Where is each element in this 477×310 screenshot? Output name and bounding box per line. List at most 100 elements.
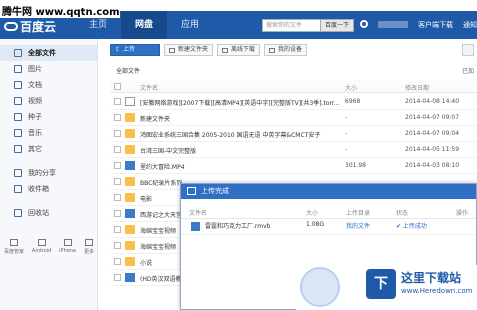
upload-button[interactable]: ⇪ 上传 <box>110 44 160 56</box>
sidebar-item-videos[interactable]: 视频 <box>0 93 97 109</box>
row-checkbox[interactable] <box>114 258 121 265</box>
folder-plus-icon <box>169 47 175 53</box>
video-file-icon <box>125 209 135 218</box>
file-date: 2014-04-08 14:40 <box>405 98 460 105</box>
sidebar-item-images[interactable]: 图片 <box>0 61 97 77</box>
sidebar-item-trash[interactable]: 回收站 <box>0 205 97 221</box>
folder-icon <box>125 241 135 250</box>
sidebar-item-label: 文档 <box>28 81 42 89</box>
col-date[interactable]: 修改日期 <box>405 83 429 92</box>
table-row[interactable]: 台湾三国-中文完整版 - 2014-04-05 11:59 <box>110 142 477 158</box>
video-file-icon <box>125 161 135 170</box>
device-label: Android <box>31 248 52 254</box>
device-more[interactable]: 更多 <box>84 239 94 255</box>
col-size[interactable]: 大小 <box>345 83 357 92</box>
file-date: 2014-04-07 09:04 <box>405 130 460 137</box>
iphone-icon <box>63 239 72 246</box>
view-toggle-button[interactable] <box>462 44 474 56</box>
col-name[interactable]: 文件名 <box>140 83 158 92</box>
row-checkbox[interactable] <box>114 242 121 249</box>
file-size: 6968 <box>345 98 361 105</box>
watermark-bottom-right: 下 这里下载站 www.Heredown.com <box>296 265 477 310</box>
folder-icon <box>14 49 22 57</box>
row-checkbox[interactable] <box>114 226 121 233</box>
image-icon <box>14 65 22 73</box>
client-download-link[interactable]: 客户端下载 <box>418 20 453 30</box>
my-devices-button[interactable]: 我的设备 <box>264 44 308 56</box>
loaded-count: 已加 <box>462 68 475 75</box>
notifications-link[interactable]: 通知 <box>463 20 477 30</box>
folder-icon <box>125 113 135 122</box>
file-name[interactable]: [安徽网络游戏][2007下载][高清MP4][英语中字][完整版TV][共3季… <box>140 98 340 107</box>
device-label: 百度管家 <box>4 249 25 255</box>
brand-logo[interactable]: 百度云 <box>4 18 56 35</box>
row-checkbox[interactable] <box>114 146 121 153</box>
share-icon <box>14 169 22 177</box>
offline-label: 离线下载 <box>231 46 256 53</box>
file-name[interactable]: 里约大冒险.MP4 <box>140 162 340 171</box>
sidebar-item-label: 图片 <box>28 65 42 73</box>
table-row[interactable]: 鸿图宏业系统三国合集 2005-2010 国语无语 中英字幕&CMCT安子 - 20… <box>110 126 477 142</box>
upload-path-link[interactable]: 我的文件 <box>346 221 370 230</box>
nav-apps[interactable]: 应用 <box>167 11 213 39</box>
sidebar-item-other[interactable]: 其它 <box>0 141 97 157</box>
select-all-checkbox[interactable] <box>114 83 121 90</box>
sidebar-item-music[interactable]: 音乐 <box>0 125 97 141</box>
row-checkbox[interactable] <box>114 210 121 217</box>
file-date: 2014-04-03 08:10 <box>405 162 460 169</box>
device-label: iPhone <box>59 248 77 254</box>
file-name[interactable]: 台湾三国-中文完整版 <box>140 146 340 155</box>
table-row[interactable]: 新建文件夹 - 2014-04-07 09:07 <box>110 110 477 126</box>
offline-download-button[interactable]: 离线下载 <box>217 44 261 56</box>
sidebar: 全部文件 图片 文档 视频 种子 音乐 其它 我的分享 收件箱 回收站 百度管家… <box>0 39 98 310</box>
sidebar-item-inbox[interactable]: 收件箱 <box>0 181 97 197</box>
file-size: 301.98 <box>345 162 366 169</box>
row-checkbox[interactable] <box>114 130 121 137</box>
folder-icon <box>125 225 135 234</box>
row-checkbox[interactable] <box>114 274 121 281</box>
file-name[interactable]: 新建文件夹 <box>140 114 340 123</box>
device-android[interactable]: Android <box>32 239 51 255</box>
upload-file-size: 1.08G <box>306 221 325 228</box>
sidebar-item-torrents[interactable]: 种子 <box>0 109 97 125</box>
sidebar-item-label: 收件箱 <box>28 185 49 193</box>
username[interactable] <box>378 21 408 28</box>
sidebar-item-docs[interactable]: 文档 <box>0 77 97 93</box>
trash-icon <box>14 209 22 217</box>
row-checkbox[interactable] <box>114 162 121 169</box>
gear-icon[interactable] <box>360 20 368 28</box>
sidebar-item-label: 我的分享 <box>28 169 56 177</box>
folder-icon <box>125 257 135 266</box>
upload-icon <box>187 187 196 195</box>
row-checkbox[interactable] <box>114 114 121 121</box>
sidebar-item-label: 种子 <box>28 113 42 121</box>
sidebar-item-all[interactable]: 全部文件 <box>0 45 97 61</box>
device-manager[interactable]: 百度管家 <box>4 239 24 255</box>
device-label: 更多 <box>83 249 94 255</box>
folder-icon <box>125 177 135 186</box>
my-devices-label: 我的设备 <box>278 46 303 53</box>
row-checkbox[interactable] <box>114 194 121 201</box>
breadcrumb[interactable]: 全部文件 <box>116 66 140 75</box>
video-file-icon <box>125 273 135 282</box>
new-folder-button[interactable]: 新建文件夹 <box>164 44 214 56</box>
sidebar-item-label: 全部文件 <box>28 49 56 57</box>
nav-netdisk[interactable]: 网盘 <box>121 11 168 39</box>
dlg-col-path: 上传目录 <box>346 210 371 217</box>
row-checkbox[interactable] <box>114 178 121 185</box>
file-date: 2014-04-05 11:59 <box>405 146 460 153</box>
download-icon <box>222 47 229 53</box>
table-row[interactable]: 里约大冒险.MP4 301.98 2014-04-03 08:10 <box>110 158 477 174</box>
search-button[interactable]: 百度一下 <box>320 19 354 32</box>
file-table-header: 文件名 大小 修改日期 <box>110 80 477 93</box>
row-checkbox[interactable] <box>114 98 121 105</box>
device-iphone[interactable]: iPhone <box>59 239 76 255</box>
sidebar-item-share[interactable]: 我的分享 <box>0 165 97 181</box>
sidebar-item-label: 回收站 <box>28 209 49 217</box>
dlg-col-action: 操作 <box>456 210 469 217</box>
monitor-icon <box>10 239 18 246</box>
file-name[interactable]: 鸿图宏业系统三国合集 2005-2010 国语无语 中英字幕&CMCT安子 <box>140 130 340 139</box>
file-icon <box>125 97 135 106</box>
watermark-logo <box>300 267 340 307</box>
table-row[interactable]: [安徽网络游戏][2007下载][高清MP4][英语中字][完整版TV][共3季… <box>110 94 477 110</box>
